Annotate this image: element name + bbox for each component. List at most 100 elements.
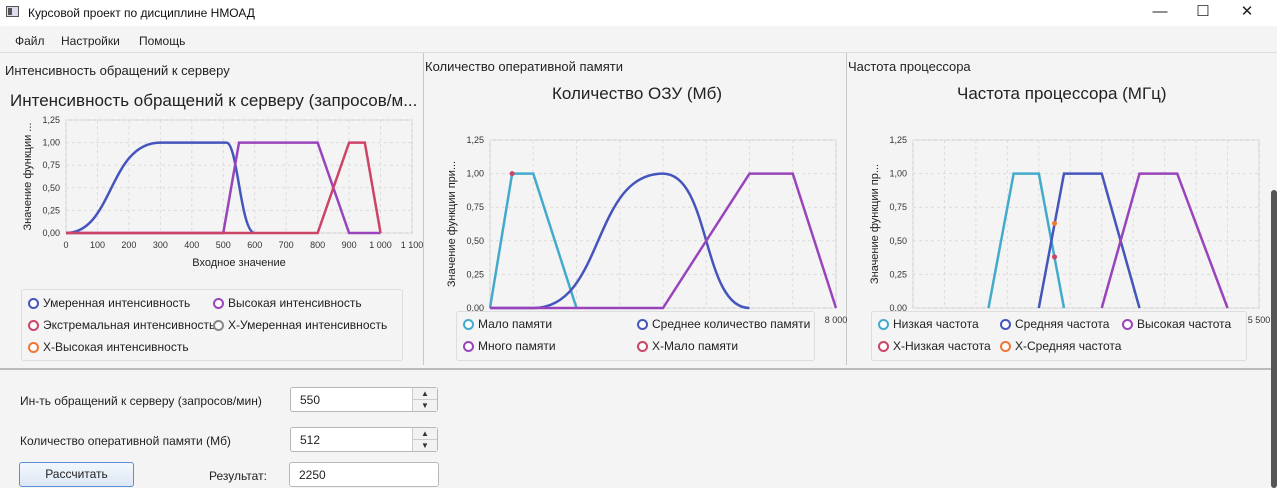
y-axis-label: Значение функции пр... [869,164,881,284]
legend-label: Высокая частота [1137,317,1232,331]
requests-value[interactable]: 550 [300,393,320,407]
legend-item: Много памяти [463,339,556,353]
chart-panel-cpu: Частота процессора Частота процессора (М… [847,53,1271,365]
x-tick-label: 1 000 [369,240,392,250]
x-tick-label: 500 [216,240,231,250]
decrement-button[interactable]: ▼ [413,440,437,451]
chart-panel-ram: Количество оперативной памяти Количество… [424,53,847,365]
legend-marker [878,341,889,352]
menu-file[interactable]: Файл [15,34,45,48]
y-tick-label: 0,50 [466,236,484,246]
legend-label: Средняя частота [1015,317,1110,331]
legend-marker [1000,319,1011,330]
vertical-scrollbar[interactable] [1271,190,1277,488]
plot-area [912,139,1260,309]
legend-item: Высокая частота [1122,317,1231,331]
legend-label: Среднее количество памяти [652,317,811,331]
panel-title: Интенсивность обращений к серверу [5,63,230,78]
increment-button[interactable]: ▲ [413,388,437,400]
y-tick-label: 1,00 [466,169,484,179]
y-tick-label: 1,00 [42,138,60,148]
legend-marker [213,320,224,331]
legend-item: Мало памяти [463,317,552,331]
calculate-button[interactable]: Рассчитать [19,462,134,487]
data-point [1052,254,1058,260]
requests-label: Ин-ть обращений к серверу (запросов/мин) [20,394,262,408]
result-value: 2250 [299,468,326,482]
legend-marker [213,298,224,309]
y-tick-label: 1,25 [889,135,907,145]
chart-legend: Умеренная интенсивность Высокая интенсив… [21,289,403,361]
y-tick-label: 0,25 [889,269,907,279]
x-tick-label: 800 [310,240,325,250]
x-tick-label: 400 [184,240,199,250]
y-tick-label: 0,00 [42,228,60,238]
legend-label: X-Низкая частота [893,339,991,353]
minimize-button[interactable]: — [1137,0,1183,26]
legend-item: Средняя частота [1000,317,1109,331]
chart-legend: Мало памяти Среднее количество памяти Мн… [456,311,815,361]
legend-item: X-Низкая частота [878,339,991,353]
legend-marker [463,319,474,330]
legend-label: Много памяти [478,339,556,353]
chart-panel-intensity: Интенсивность обращений к серверу Интенс… [0,53,424,365]
legend-label: X-Мало памяти [652,339,739,353]
legend-label: Экстремальная интенсивность [43,318,216,332]
legend-marker [878,319,889,330]
chart-title: Количество ОЗУ (Мб) [552,84,723,103]
legend-label: X-Средняя частота [1015,339,1122,353]
y-tick-label: 0,50 [42,183,60,193]
x-axis-label: Входное значение [192,257,285,269]
legend-item: Умеренная интенсивность [28,296,190,310]
x-tick-label: 900 [342,240,357,250]
y-tick-label: 1,25 [466,135,484,145]
split-divider[interactable] [0,368,1277,370]
ram-label: Количество оперативной памяти (Мб) [20,434,231,448]
x-tick-label: 700 [279,240,294,250]
legend-marker [463,341,474,352]
legend-marker [28,320,39,331]
y-tick-label: 0,25 [42,205,60,215]
app-icon [6,6,19,17]
panel-title: Частота процессора [848,59,971,74]
legend-item: Низкая частота [878,317,979,331]
title-bar: Курсовой проект по дисциплине НМОАД — ☐ … [0,0,1277,26]
menu-settings[interactable]: Настройки [61,34,120,48]
menu-help[interactable]: Помощь [139,34,185,48]
legend-marker [1122,319,1133,330]
x-tick-label: 200 [121,240,136,250]
y-tick-label: 0,75 [889,202,907,212]
panel-title: Количество оперативной памяти [425,59,623,74]
y-tick-label: 0,75 [42,160,60,170]
legend-item: X-Высокая интенсивность [28,340,189,354]
ram-spinner[interactable]: 512 ▲ ▼ [290,427,438,452]
x-tick-label: 0 [63,240,68,250]
data-point [1052,220,1058,226]
legend-item: Экстремальная интенсивность [28,318,215,332]
data-point [509,171,515,177]
legend-label: X-Высокая интенсивность [43,340,189,354]
spinner-buttons: ▲ ▼ [412,388,437,411]
spinner-buttons: ▲ ▼ [412,428,437,451]
x-tick-label: 1 100 [401,240,424,250]
y-axis-label: Значение функции ... [22,123,34,231]
result-field: 2250 [289,462,439,487]
legend-item: X-Средняя частота [1000,339,1121,353]
requests-spinner[interactable]: 550 ▲ ▼ [290,387,438,412]
increment-button[interactable]: ▲ [413,428,437,440]
legend-marker [637,341,648,352]
legend-item: Высокая интенсивность [213,296,362,310]
x-tick-label: 600 [247,240,262,250]
y-tick-label: 1,25 [42,115,60,125]
result-label: Результат: [209,469,267,483]
legend-label: Умеренная интенсивность [43,296,191,310]
x-tick-label: 5 500 [1248,315,1271,325]
x-tick-label: 8 000 [825,315,847,325]
decrement-button[interactable]: ▼ [413,400,437,411]
y-tick-label: 0,50 [889,236,907,246]
maximize-button[interactable]: ☐ [1180,0,1226,26]
window-title: Курсовой проект по дисциплине НМОАД [28,6,255,20]
close-button[interactable]: ✕ [1224,0,1270,26]
ram-value[interactable]: 512 [300,433,320,447]
chart-title: Частота процессора (МГц) [957,84,1167,103]
